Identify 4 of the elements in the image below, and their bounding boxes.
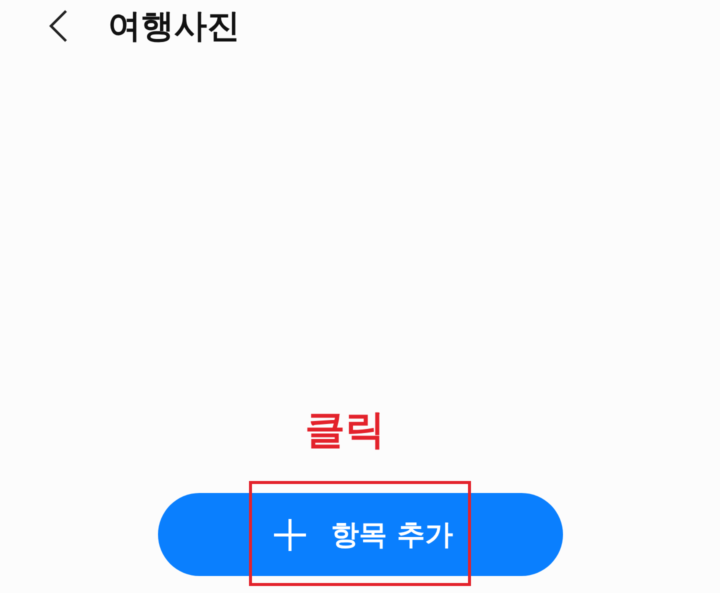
plus-icon <box>273 518 308 552</box>
annotation-label: 클릭 <box>305 406 385 455</box>
add-item-button[interactable]: 항목 추가 <box>158 493 562 576</box>
page-title: 여행사진 <box>108 4 240 46</box>
